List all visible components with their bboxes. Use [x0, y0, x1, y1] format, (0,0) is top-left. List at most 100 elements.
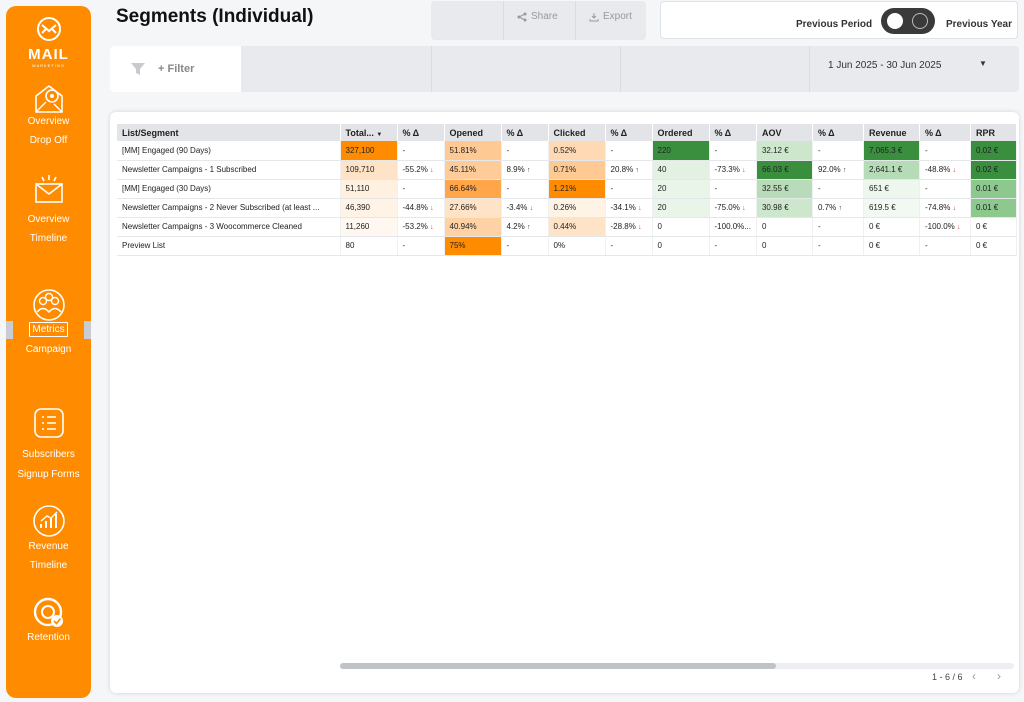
cell-delta: -3.4% ↓ [501, 198, 549, 218]
col-header-delta[interactable]: % Δ [501, 124, 549, 141]
nav-metrics-campaign-line2[interactable]: Campaign [6, 344, 91, 355]
cell-delta: - [397, 141, 445, 161]
nav-metrics-label[interactable]: Metrics [29, 322, 68, 337]
col-header-segment[interactable]: List/Segment [117, 124, 341, 141]
prev-page-icon[interactable]: ‹ [972, 669, 976, 683]
list-icon[interactable] [32, 406, 66, 440]
col-header-opened[interactable]: Opened [444, 124, 502, 141]
page-title: Segments (Individual) [116, 6, 314, 27]
col-header-rpr[interactable]: RPR [970, 124, 1017, 141]
nav-overview-drop-off-line1[interactable]: Overview [6, 116, 91, 127]
cell-segment: [MM] Engaged (90 Days) [117, 141, 341, 161]
export-label[interactable]: Export [603, 11, 632, 22]
cell-aov: 32.12 € [756, 141, 813, 161]
col-header-delta[interactable]: % Δ [709, 124, 757, 141]
cell-delta: 4.2% ↑ [501, 217, 549, 237]
nav-overview-drop-off-line2[interactable]: Drop Off [6, 135, 91, 146]
active-marker-right [84, 321, 91, 339]
cell-rpr: 0.02 € [970, 160, 1017, 180]
table-row[interactable]: Newsletter Campaigns - 3 Woocommerce Cle… [117, 217, 1017, 237]
cell-total: 327,100 [340, 141, 398, 161]
previous-year-label: Previous Year [946, 19, 1012, 30]
share-label[interactable]: Share [531, 11, 558, 22]
nav-overview-timeline-line2[interactable]: Timeline [6, 233, 91, 244]
arrow-down-icon: ↓ [742, 205, 746, 212]
cell-clicked: 0% [548, 236, 606, 256]
col-header-delta[interactable]: % Δ [397, 124, 445, 141]
caret-down-icon[interactable]: ▼ [979, 59, 987, 68]
cell-opened: 66.64% [444, 179, 502, 199]
cell-delta: - [812, 179, 864, 199]
filter-divider [620, 46, 621, 92]
arrow-down-icon: ↓ [952, 205, 957, 212]
cell-total: 11,260 [340, 217, 398, 237]
nav-subscribers-line1[interactable]: Subscribers [6, 449, 91, 460]
delta-value: -44.8% [402, 203, 428, 212]
envelope-burst-icon[interactable] [32, 172, 66, 206]
col-header-delta[interactable]: % Δ [919, 124, 971, 141]
cell-segment: [MM] Engaged (30 Days) [117, 179, 341, 199]
arrow-up-icon: ↑ [526, 167, 531, 174]
cell-revenue: 2,641.1 € [863, 160, 920, 180]
nav-revenue-line2[interactable]: Timeline [6, 560, 91, 571]
arrow-down-icon: ↓ [430, 224, 434, 231]
gear-envelope-icon[interactable] [32, 82, 66, 116]
delta-value: 8.9% [506, 165, 525, 174]
col-header-clicked[interactable]: Clicked [548, 124, 606, 141]
delta-value: 4.2% [506, 222, 525, 231]
sort-desc-icon[interactable]: ▼ [376, 132, 382, 138]
cell-delta: -34.1% ↓ [605, 198, 653, 218]
col-header-delta[interactable]: % Δ [605, 124, 653, 141]
cell-delta: - [501, 236, 549, 256]
nav-overview-timeline-line1[interactable]: Overview [6, 214, 91, 225]
nav-retention-label[interactable]: Retention [6, 632, 91, 643]
arrow-down-icon: ↓ [638, 205, 642, 212]
delta-value: 92.0% [817, 165, 841, 174]
nav-metrics-campaign-line1[interactable]: Metrics [6, 322, 91, 337]
nav-subscribers-line2[interactable]: Signup Forms [6, 469, 91, 480]
col-header-revenue[interactable]: Revenue [863, 124, 920, 141]
table-row[interactable]: Newsletter Campaigns - 1 Subscribed 109,… [117, 160, 1017, 180]
delta-value: 20.8% [610, 165, 634, 174]
table-row[interactable]: [MM] Engaged (30 Days) 51,110 - 66.64% -… [117, 179, 1017, 199]
cell-aov: 0 [756, 217, 813, 237]
table-row[interactable]: Preview List 80 - 75% - 0% - 0 - 0 - 0 €… [117, 236, 1017, 256]
col-header-total-label[interactable]: Total... [346, 128, 374, 138]
cell-delta: - [397, 179, 445, 199]
cell-delta: - [397, 236, 445, 256]
date-range-selector[interactable]: 1 Jun 2025 - 30 Jun 2025 [828, 60, 941, 71]
col-header-total[interactable]: Total... ▼ [340, 124, 398, 141]
add-filter-button[interactable]: + Filter [110, 46, 241, 92]
add-filter-label[interactable]: + Filter [158, 63, 194, 75]
cell-delta: - [709, 236, 757, 256]
cell-delta: -75.0% ↓ [709, 198, 757, 218]
table-row[interactable]: [MM] Engaged (90 Days) 327,100 - 51.81% … [117, 141, 1017, 161]
users-circle-icon[interactable] [32, 288, 66, 322]
arrow-down-icon: ↓ [638, 224, 642, 231]
cell-delta: - [501, 141, 549, 161]
col-header-delta[interactable]: % Δ [812, 124, 864, 141]
period-toggle[interactable] [881, 8, 935, 34]
logo: MAIL MARKETING [6, 16, 91, 68]
cell-total: 46,390 [340, 198, 398, 218]
cell-aov: 32.55 € [756, 179, 813, 199]
share-button[interactable]: Share [517, 11, 558, 22]
cell-total: 109,710 [340, 160, 398, 180]
retention-icon[interactable] [32, 596, 66, 630]
export-button[interactable]: Export [589, 11, 632, 22]
toolbar-divider [575, 1, 576, 40]
cell-delta: - [919, 179, 971, 199]
delta-value: -73.3% [714, 165, 740, 174]
horizontal-scrollbar[interactable] [340, 663, 1014, 669]
col-header-aov[interactable]: AOV [756, 124, 813, 141]
table-row[interactable]: Newsletter Campaigns - 2 Never Subscribe… [117, 198, 1017, 218]
next-page-icon[interactable]: › [997, 669, 1001, 683]
cell-opened: 27.66% [444, 198, 502, 218]
col-header-ordered[interactable]: Ordered [652, 124, 710, 141]
segments-table-card: List/Segment Total... ▼ % Δ Opened % Δ C… [110, 112, 1019, 693]
scrollbar-thumb[interactable] [340, 663, 776, 669]
delta-value: -34.1% [610, 203, 636, 212]
growth-chart-icon[interactable] [32, 504, 66, 538]
cell-revenue: 7,065.3 € [863, 141, 920, 161]
nav-revenue-line1[interactable]: Revenue [6, 541, 91, 552]
